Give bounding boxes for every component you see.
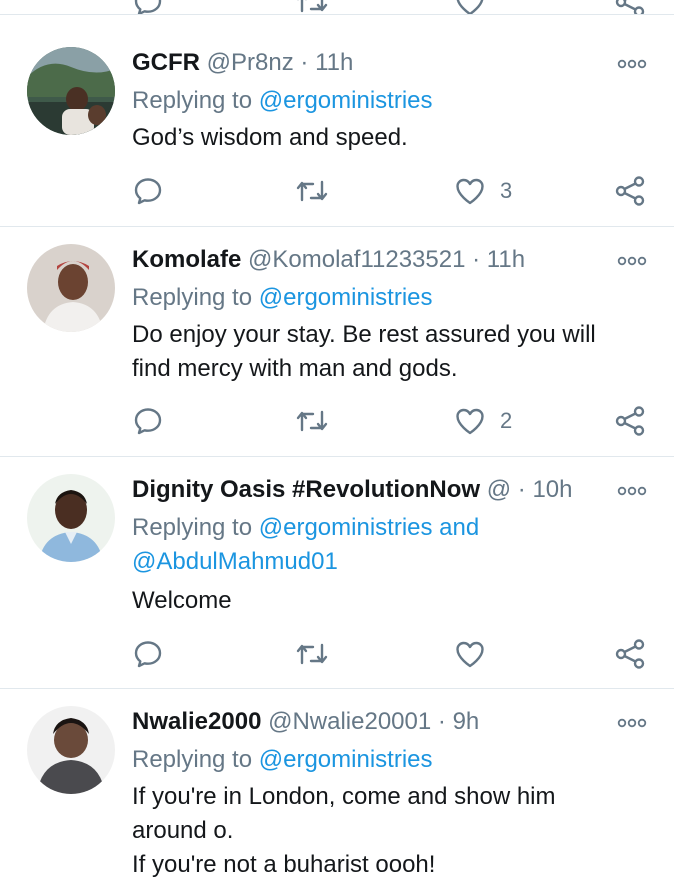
replying-to-label: Replying to — [132, 284, 253, 311]
like-button[interactable]: 2 — [454, 403, 512, 439]
share-button[interactable] — [614, 173, 646, 209]
share-icon — [614, 405, 646, 437]
share-button[interactable] — [614, 636, 646, 672]
display-name[interactable]: Komolafe — [132, 246, 241, 273]
reply-joiner: and — [439, 514, 480, 541]
timestamp[interactable]: 11h — [487, 246, 525, 273]
share-icon — [614, 638, 646, 670]
reply-button[interactable] — [132, 173, 164, 209]
share-icon — [614, 175, 646, 207]
tweet-text: God’s wisdom and speed. — [132, 121, 652, 155]
replying-to-label: Replying to — [132, 746, 253, 773]
retweet-icon — [294, 638, 330, 670]
mention-link[interactable]: @AbdulMahmud01 — [132, 548, 338, 575]
tweet-text-line: find mercy with man and gods. — [132, 355, 458, 382]
tweet-text-line: If you're not a buharist oooh! — [132, 851, 436, 878]
retweet-icon — [294, 175, 330, 207]
like-count: 2 — [500, 408, 513, 433]
tweet-text-line: Do enjoy your stay. Be rest assured you … — [132, 321, 596, 348]
display-name[interactable]: Nwalie2000 — [132, 708, 261, 735]
separator: · — [300, 49, 309, 76]
reply-button[interactable] — [132, 403, 164, 439]
reply-icon — [132, 175, 164, 207]
tweet-actions: 2 — [0, 403, 674, 439]
tweet-text: If you're in London, come and show him a… — [132, 780, 652, 882]
tweet-actions: 3 — [0, 173, 674, 209]
like-button[interactable]: 3 — [454, 173, 512, 209]
more-icon[interactable] — [617, 254, 647, 268]
mention-link[interactable]: @ergoministries — [259, 87, 433, 114]
replying-to: Replying to @ergoministries — [132, 84, 652, 118]
handle[interactable]: @ — [487, 476, 511, 503]
timestamp[interactable]: 10h — [532, 476, 572, 503]
tweet-text-line: If you're in London, come and show him — [132, 783, 556, 810]
tweet[interactable]: Komolafe @Komolaf11233521 · 11h Replying… — [0, 227, 674, 457]
display-name[interactable]: GCFR — [132, 49, 200, 76]
more-icon[interactable] — [617, 484, 647, 498]
replying-to: Replying to @ergoministries — [132, 743, 652, 777]
replying-to-label: Replying to — [132, 514, 253, 541]
tweet-actions — [0, 636, 674, 672]
retweet-icon — [294, 405, 330, 437]
tweet-header: Dignity Oasis #RevolutionNow @ · 10h — [132, 476, 572, 504]
timestamp[interactable]: 11h — [315, 49, 353, 76]
previous-tweet-actions — [0, 0, 674, 15]
retweet-button[interactable] — [294, 636, 330, 672]
reply-button[interactable] — [132, 636, 164, 672]
replying-to-label: Replying to — [132, 87, 253, 114]
tweet-header: GCFR @Pr8nz · 11h — [132, 49, 353, 77]
like-count: 3 — [500, 178, 513, 203]
timestamp[interactable]: 9h — [453, 708, 480, 735]
like-icon[interactable] — [454, 0, 486, 15]
handle[interactable]: @Pr8nz — [207, 49, 294, 76]
share-button[interactable] — [614, 403, 646, 439]
replying-to: Replying to @ergoministries — [132, 281, 652, 315]
mention-link[interactable]: @ergoministries — [259, 514, 433, 541]
like-icon — [454, 638, 486, 670]
tweet-text-line: around o. — [132, 817, 234, 844]
tweet-text: Welcome — [132, 584, 652, 618]
mention-link[interactable]: @ergoministries — [259, 284, 433, 311]
handle[interactable]: @Komolaf11233521 — [248, 246, 465, 273]
separator: · — [437, 708, 446, 735]
reply-icon — [132, 405, 164, 437]
avatar[interactable] — [27, 474, 115, 562]
handle[interactable]: @Nwalie20001 — [268, 708, 431, 735]
reply-icon — [132, 638, 164, 670]
avatar[interactable] — [27, 244, 115, 332]
retweet-icon[interactable] — [294, 0, 330, 15]
more-icon[interactable] — [617, 57, 647, 71]
tweet[interactable]: GCFR @Pr8nz · 11h Replying to @ergominis… — [0, 15, 674, 227]
tweet-header: Nwalie2000 @Nwalie20001 · 9h — [132, 708, 479, 736]
avatar[interactable] — [27, 47, 115, 135]
more-icon[interactable] — [617, 716, 647, 730]
tweet-text-line: God’s wisdom and speed. — [132, 124, 408, 151]
separator: · — [517, 476, 526, 503]
retweet-button[interactable] — [294, 403, 330, 439]
tweet[interactable]: Nwalie2000 @Nwalie20001 · 9h Replying to… — [0, 689, 674, 883]
tweet[interactable]: Dignity Oasis #RevolutionNow @ · 10h Rep… — [0, 457, 674, 689]
like-button[interactable] — [454, 636, 500, 672]
like-icon — [454, 405, 486, 437]
reply-icon[interactable] — [132, 0, 164, 15]
tweet-text-line: Welcome — [132, 587, 232, 614]
separator: · — [472, 246, 481, 273]
share-icon[interactable] — [614, 0, 646, 15]
tweet-header: Komolafe @Komolaf11233521 · 11h — [132, 246, 525, 274]
like-icon — [454, 175, 486, 207]
replying-to: Replying to @ergoministries and @AbdulMa… — [132, 511, 652, 579]
display-name[interactable]: Dignity Oasis #RevolutionNow — [132, 476, 480, 503]
avatar[interactable] — [27, 706, 115, 794]
mention-link[interactable]: @ergoministries — [259, 746, 433, 773]
tweet-text: Do enjoy your stay. Be rest assured you … — [132, 318, 652, 386]
retweet-button[interactable] — [294, 173, 330, 209]
